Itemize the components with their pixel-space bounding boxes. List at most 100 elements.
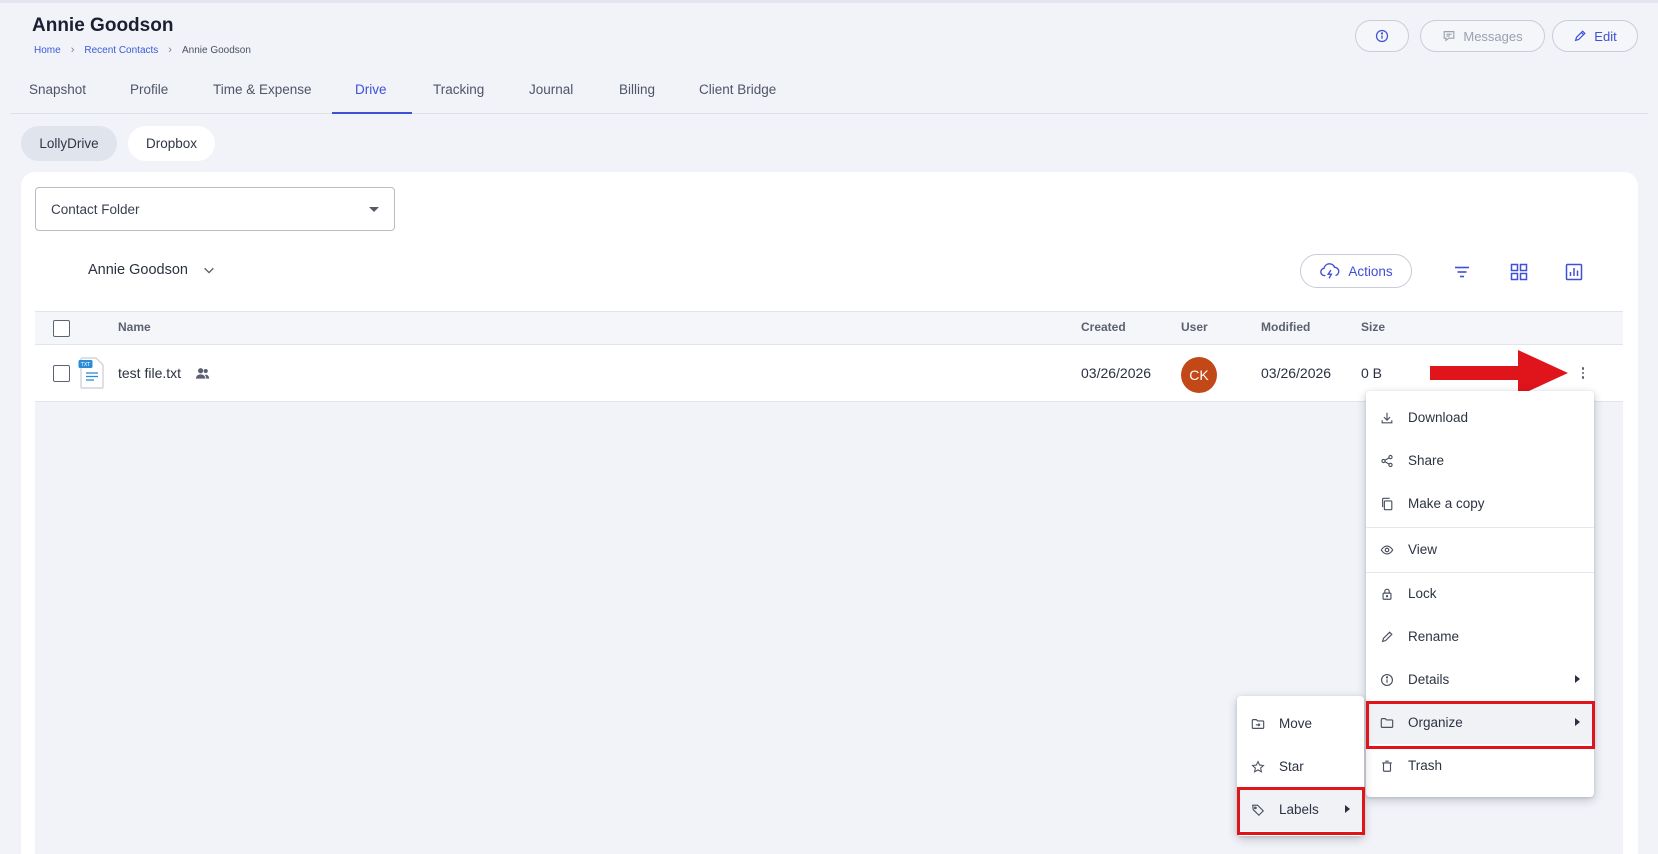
submenu-caret-icon — [1345, 805, 1350, 813]
active-tab-indicator — [332, 112, 412, 114]
edit-label: Edit — [1594, 28, 1617, 44]
select-all-checkbox[interactable] — [53, 320, 70, 337]
chevron-down-icon — [204, 267, 214, 274]
menu-label: Rename — [1408, 629, 1460, 644]
text-file-icon: TXT — [78, 357, 104, 389]
folder-select[interactable]: Contact Folder — [35, 187, 395, 231]
current-folder-dropdown[interactable]: Annie Goodson — [88, 262, 216, 278]
messages-button[interactable]: Messages — [1420, 20, 1545, 52]
file-modified: 03/26/2026 — [1261, 365, 1332, 381]
menu-item-rename[interactable]: Rename — [1366, 615, 1594, 658]
storage-tab-lollydrive[interactable]: LollyDrive — [21, 126, 117, 161]
menu-item-view[interactable]: View — [1366, 528, 1594, 571]
annotation-arrow-icon — [1430, 350, 1568, 396]
tab-time-expense[interactable]: Time & Expense — [213, 82, 312, 97]
analytics-button[interactable] — [1564, 262, 1584, 282]
storage-tab-dropbox[interactable]: Dropbox — [128, 126, 215, 161]
file-created: 03/26/2026 — [1081, 365, 1152, 381]
filter-icon — [1455, 266, 1469, 278]
submenu-item-move[interactable]: Move — [1237, 702, 1364, 745]
submenu-item-labels[interactable]: Labels — [1237, 788, 1364, 831]
menu-item-lock[interactable]: Lock — [1366, 572, 1594, 615]
tab-client-bridge[interactable]: Client Bridge — [699, 82, 776, 97]
menu-label: View — [1408, 542, 1438, 557]
actions-button[interactable]: Actions — [1300, 254, 1412, 288]
pencil-icon — [1381, 630, 1393, 642]
column-name[interactable]: Name — [118, 320, 151, 334]
filter-button[interactable] — [1452, 262, 1472, 282]
tag-icon — [1252, 804, 1265, 816]
column-user[interactable]: User — [1181, 320, 1208, 334]
grid-icon — [1510, 263, 1528, 281]
tab-billing[interactable]: Billing — [619, 82, 655, 97]
current-folder-label: Annie Goodson — [88, 262, 188, 278]
tab-drive[interactable]: Drive — [355, 82, 387, 97]
cloud-lightning-icon — [1320, 263, 1340, 279]
messages-label: Messages — [1463, 28, 1523, 44]
bar-chart-icon — [1565, 263, 1583, 281]
file-size: 0 B — [1361, 365, 1383, 381]
menu-item-make-copy[interactable]: Make a copy — [1366, 482, 1594, 525]
folder-select-value: Contact Folder — [51, 201, 140, 217]
breadcrumb-recent-contacts[interactable]: Recent Contacts — [84, 45, 158, 56]
pencil-icon — [1575, 30, 1586, 42]
more-vertical-icon[interactable] — [1575, 359, 1591, 387]
submenu-caret-icon — [1575, 718, 1580, 726]
tab-snapshot[interactable]: Snapshot — [29, 82, 86, 97]
menu-label: Star — [1279, 759, 1304, 774]
message-icon — [1443, 31, 1455, 42]
submenu-caret-icon — [1575, 675, 1580, 683]
info-button[interactable] — [1355, 20, 1409, 52]
file-context-menu: Download Share Make a copy View Lock Ren… — [1366, 391, 1594, 797]
copy-icon — [1382, 497, 1393, 510]
menu-label: Move — [1279, 716, 1313, 731]
lock-icon — [1382, 588, 1392, 600]
menu-label: Details — [1408, 672, 1450, 687]
menu-item-trash[interactable]: Trash — [1366, 744, 1594, 787]
menu-label: Make a copy — [1408, 496, 1485, 511]
menu-item-share[interactable]: Share — [1366, 439, 1594, 482]
trash-icon — [1382, 760, 1392, 772]
column-modified[interactable]: Modified — [1261, 320, 1310, 334]
menu-label: Labels — [1279, 802, 1319, 817]
organize-submenu: Move Star Labels — [1237, 696, 1364, 836]
row-checkbox[interactable] — [53, 365, 70, 382]
chevron-right-icon: › — [70, 44, 75, 56]
edit-button[interactable]: Edit — [1552, 20, 1638, 52]
shared-users-icon — [195, 368, 210, 379]
breadcrumb-current: Annie Goodson — [181, 44, 251, 56]
move-folder-icon — [1251, 718, 1265, 729]
menu-item-details[interactable]: Details — [1366, 658, 1594, 701]
menu-item-download[interactable]: Download — [1366, 396, 1594, 439]
menu-label: Lock — [1408, 586, 1437, 601]
actions-label: Actions — [1348, 263, 1393, 279]
contact-tabs: Snapshot Profile Time & Expense Drive Tr… — [10, 74, 1648, 114]
download-icon — [1381, 412, 1393, 423]
grid-view-button[interactable] — [1509, 262, 1529, 282]
breadcrumb: Home › Recent Contacts › Annie Goodson — [34, 44, 251, 56]
column-created[interactable]: Created — [1081, 320, 1126, 334]
menu-label: Trash — [1408, 758, 1443, 773]
submenu-item-star[interactable]: Star — [1237, 745, 1364, 788]
menu-label: Organize — [1408, 715, 1463, 730]
file-name[interactable]: test file.txt — [118, 365, 181, 381]
caret-down-icon — [369, 206, 379, 212]
menu-item-organize[interactable]: Organize — [1366, 701, 1594, 744]
chevron-right-icon: › — [168, 44, 172, 56]
svg-text:TXT: TXT — [80, 362, 91, 368]
menu-label: Download — [1408, 410, 1469, 425]
menu-label: Share — [1408, 453, 1445, 468]
tab-profile[interactable]: Profile — [130, 82, 168, 97]
info-circle-icon — [1381, 673, 1393, 686]
folder-icon — [1380, 717, 1394, 728]
breadcrumb-home[interactable]: Home — [34, 45, 61, 56]
eye-icon — [1380, 544, 1394, 555]
star-icon — [1251, 759, 1265, 773]
tab-tracking[interactable]: Tracking — [433, 82, 484, 97]
column-size[interactable]: Size — [1361, 320, 1385, 334]
avatar: CK — [1181, 357, 1217, 393]
tab-journal[interactable]: Journal — [529, 82, 573, 97]
page-title: Annie Goodson — [32, 15, 174, 36]
info-circle-icon — [1375, 29, 1389, 43]
top-border — [0, 0, 1658, 3]
